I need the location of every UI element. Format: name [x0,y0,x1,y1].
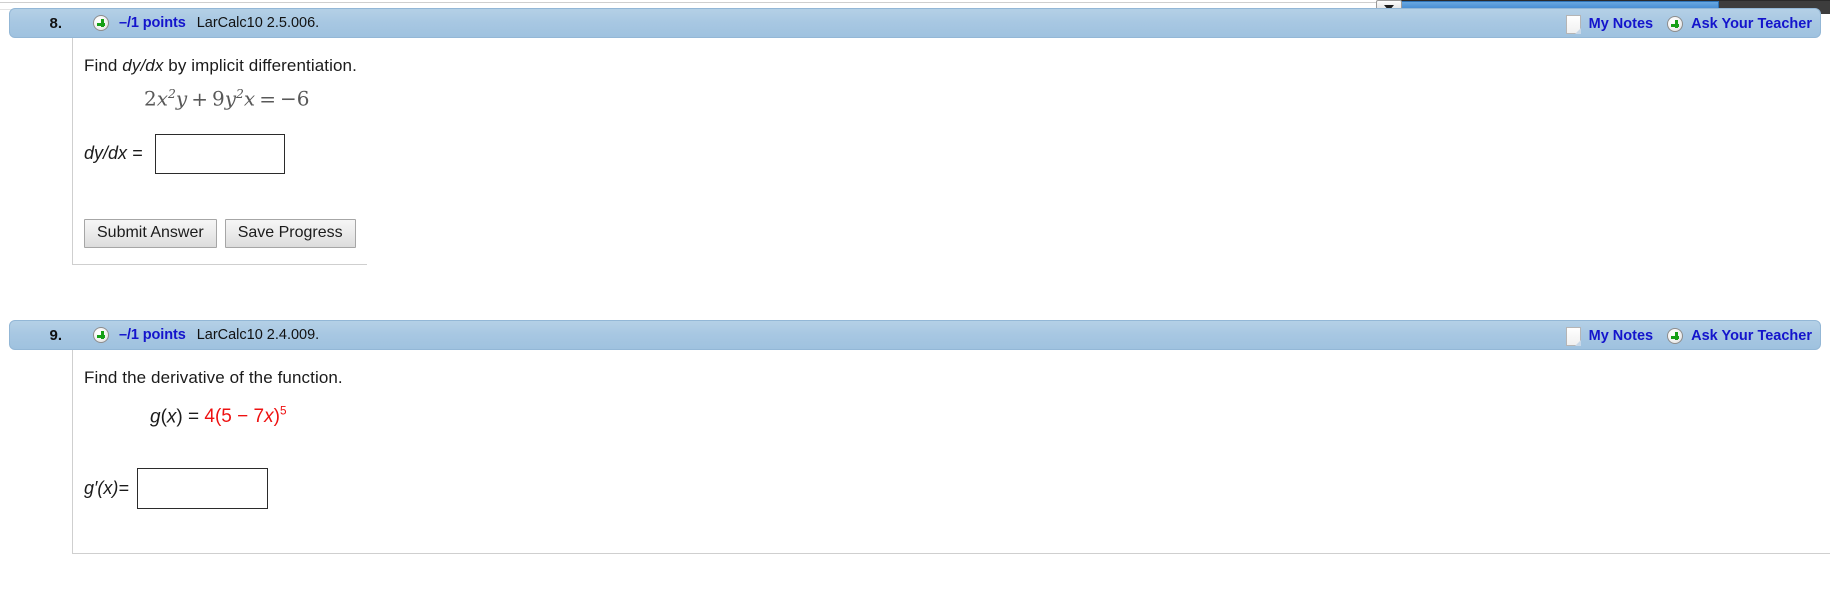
eq-rhs: −6 [279,86,310,111]
button-row-8: Submit Answer Save Progress [73,174,1830,248]
answer-row-9: g′(x)= [73,428,1830,510]
panel-bottom-edge-8 [73,248,367,265]
question-code: LarCalc10 2.4.009. [196,327,320,343]
eq-coefficient: 4 [204,406,215,428]
eq-coef-2: 9 [211,86,225,111]
answer-label-8: dy/dx = [84,143,143,164]
answer-label-9: g′(x)= [84,478,129,499]
plus-circle-icon[interactable] [93,15,109,31]
question-block-9: 9. –/1 points LarCalc10 2.4.009. My Note… [0,320,1830,555]
ask-your-teacher-link[interactable]: Ask Your Teacher [1691,16,1812,32]
question-header-actions-9: My Notes Ask Your Teacher [1565,321,1812,351]
ask-your-teacher-link[interactable]: Ask Your Teacher [1691,328,1812,344]
eq-var-x1: x [156,86,169,111]
eq-coef-1: 2 [144,86,157,111]
question-points: –/1 points [119,15,186,31]
prompt-text-pre: Find [84,56,123,75]
question-code: LarCalc10 2.5.006. [196,15,320,31]
eq-exponent: 5 [279,405,287,418]
question-prompt-9: Find the derivative of the function. [73,350,1830,388]
eq-inner-var: x [264,406,274,428]
eq-exp-2: 2 [236,86,244,101]
eq-minus: − [231,406,254,428]
eq-var-y1: y [175,86,188,111]
question-number: 8. [49,14,62,32]
eq-var-y2: y [224,86,237,111]
eq-equals: = [182,406,205,428]
answer-input-9[interactable] [136,468,268,510]
question-points: –/1 points [119,327,186,343]
eq-arg-var: x [166,406,177,428]
my-notes-link[interactable]: My Notes [1589,16,1653,32]
question-block-8: 8. –/1 points LarCalc10 2.5.006. My Note… [0,8,1830,265]
eq-red-expression: 4(5 − 7x)5 [204,405,287,428]
plus-circle-icon[interactable] [93,327,109,343]
eq-function-name: g [150,406,161,428]
answer-input-8[interactable] [154,133,285,174]
question-prompt-8: Find dy/dx by implicit differentiation. [73,38,1830,76]
eq-inner-a: 5 [221,406,232,428]
answer-equals: = [127,143,143,164]
equation-display-9: g(x) = 4(5 − 7x)5 [73,388,1830,428]
eq-exp-1: 2 [168,86,176,101]
question-header-8: 8. –/1 points LarCalc10 2.5.006. My Note… [9,8,1821,38]
question-body-8: Find dy/dx by implicit differentiation. … [72,38,1830,265]
prompt-text-post: by implicit differentiation. [163,56,357,75]
question-header-9: 9. –/1 points LarCalc10 2.4.009. My Note… [9,320,1821,350]
answer-row-8: dy/dx = [73,111,1830,174]
assignment-page: 8. –/1 points LarCalc10 2.5.006. My Note… [0,0,1830,603]
equation-display-8: 2x2y +9y2x = −6 [73,76,1830,111]
question-body-9: Find the derivative of the function. g(x… [72,350,1830,555]
eq-operator-plus: + [191,86,208,111]
my-notes-link[interactable]: My Notes [1589,328,1653,344]
plus-circle-icon[interactable] [1667,16,1684,32]
question-header-actions-8: My Notes Ask Your Teacher [1565,9,1812,39]
question-number: 9. [49,326,62,344]
eq-var-x2: x [243,86,256,111]
plus-circle-icon[interactable] [1667,328,1684,344]
prompt-text-emphasis: dy/dx [122,56,164,75]
panel-bottom-edge-9 [73,509,1830,555]
submit-answer-button[interactable]: Submit Answer [84,218,217,248]
answer-label-text: dy/dx [84,143,128,164]
answer-equals: = [118,478,129,499]
note-page-icon[interactable] [1565,326,1581,346]
prompt-text-pre: Find the derivative of the function. [84,368,343,387]
note-page-icon[interactable] [1565,14,1581,34]
eq-operator-equals: = [259,86,276,111]
save-progress-button[interactable]: Save Progress [224,218,356,248]
eq-inner-b: 7 [253,406,265,428]
answer-label-text: g′(x) [84,478,119,499]
